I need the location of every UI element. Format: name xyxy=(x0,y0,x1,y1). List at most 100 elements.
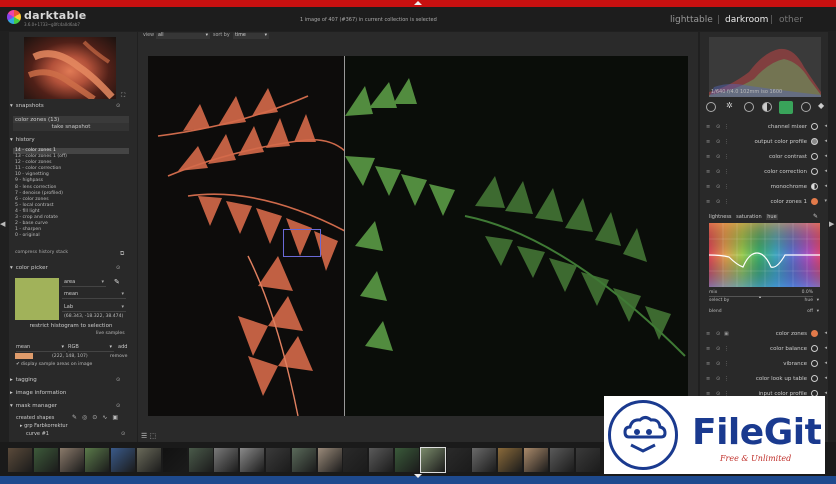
sort-by-dropdown[interactable]: time ▾ xyxy=(233,33,269,39)
module-monochrome[interactable]: ≡ ⊙ ⋮ monochrome ◂ xyxy=(702,180,828,194)
reset-icon[interactable]: ⊙ xyxy=(716,154,720,160)
compress-history-button[interactable]: compress history stack xyxy=(15,250,68,255)
collapse-right-icon[interactable]: ▶ xyxy=(829,220,834,228)
select-by-dropdown[interactable]: select by hue ▾ xyxy=(709,298,821,303)
expand-icon[interactable]: ◂ xyxy=(824,330,827,336)
multi-instance-icon[interactable]: ≡ xyxy=(706,346,710,352)
collapse-icon[interactable]: ▾ xyxy=(824,198,827,204)
module-color-look-up-table[interactable]: ≡ ⊙ ⋮ color look up table ◂ xyxy=(702,372,828,386)
filmstrip-thumbnail[interactable] xyxy=(85,448,110,472)
reset-icon[interactable]: ⊙ xyxy=(716,199,720,205)
collapse-left-icon[interactable]: ◀ xyxy=(0,220,5,228)
section-snapshots[interactable]: ▾ snapshots xyxy=(10,103,44,109)
power-icon[interactable] xyxy=(811,330,818,337)
multi-instance-icon[interactable]: ≡ xyxy=(706,376,710,382)
base-group-icon[interactable] xyxy=(744,102,754,112)
effect-group-icon[interactable]: ◆ xyxy=(818,101,824,110)
filmstrip-thumbnail[interactable] xyxy=(524,448,548,472)
sample-space-dropdown[interactable]: RGB ▾ xyxy=(68,344,114,352)
presets-icon[interactable]: ⋮ xyxy=(724,184,729,190)
filmstrip-thumbnail[interactable] xyxy=(472,448,497,472)
reset-icon[interactable]: ⊙ xyxy=(716,184,720,190)
mask-options-icon[interactable]: ⊙ xyxy=(121,431,125,437)
module-color-contrast[interactable]: ≡ ⊙ ⋮ color contrast ◂ xyxy=(702,150,828,164)
section-tagging[interactable]: ▸ tagging xyxy=(10,377,37,383)
expand-icon[interactable]: ◂ xyxy=(824,138,827,144)
reset-icon[interactable]: ⊙ xyxy=(716,139,720,145)
presets-icon[interactable]: ⋮ xyxy=(724,361,729,367)
module-color-zones[interactable]: ≡ ⊙ ▣ color zones ◂ xyxy=(702,327,828,341)
filmstrip-thumbnail[interactable] xyxy=(549,448,574,472)
collapse-bottom-icon[interactable] xyxy=(414,474,422,478)
tone-group-icon[interactable] xyxy=(762,102,772,112)
favorites-group-icon[interactable]: ✲ xyxy=(726,101,733,110)
power-icon[interactable] xyxy=(811,123,818,130)
power-icon[interactable] xyxy=(811,198,818,205)
mask-group-item[interactable]: ▸ grp Farbkorrektur xyxy=(20,423,68,429)
power-icon[interactable] xyxy=(811,183,818,190)
power-icon[interactable] xyxy=(811,153,818,160)
histogram[interactable] xyxy=(709,37,821,97)
filmstrip-thumbnail[interactable] xyxy=(214,448,239,472)
filmstrip-thumbnail[interactable] xyxy=(395,448,419,472)
restrict-histogram-button[interactable]: restrict histogram to selection xyxy=(13,322,129,330)
expand-icon[interactable]: ◂ xyxy=(824,123,827,129)
filmstrip-thumbnail[interactable] xyxy=(188,448,213,472)
bottom-toolbar-icons[interactable]: ☰ ⬚ xyxy=(141,432,156,440)
main-photo[interactable] xyxy=(148,56,688,416)
module-reset-icon[interactable]: ⊙ xyxy=(116,265,120,271)
view-tab-lighttable[interactable]: lighttable xyxy=(670,15,713,25)
module-reset-icon[interactable]: ⊙ xyxy=(116,377,120,383)
expand-icon[interactable]: ◂ xyxy=(824,375,827,381)
picker-icon[interactable]: ✎ xyxy=(813,213,818,220)
filmstrip-thumbnail[interactable] xyxy=(343,448,368,472)
mix-slider[interactable]: mix 0.0% ▴ xyxy=(709,290,821,299)
filmstrip-thumbnail[interactable] xyxy=(369,448,394,472)
zoom-fit-icon[interactable]: ⛶ xyxy=(121,92,125,100)
presets-icon[interactable]: ⋮ xyxy=(724,376,729,382)
filmstrip-thumbnail[interactable] xyxy=(498,448,523,472)
filmstrip-thumbnail[interactable] xyxy=(575,448,600,472)
expand-icon[interactable]: ◂ xyxy=(824,360,827,366)
power-group-icon[interactable] xyxy=(706,102,716,112)
multi-instance-icon[interactable]: ≡ xyxy=(706,199,710,205)
module-color-correction[interactable]: ≡ ⊙ ⋮ color correction ◂ xyxy=(702,165,828,179)
remove-sample-button[interactable]: remove xyxy=(110,354,127,359)
color-group-icon[interactable] xyxy=(779,101,793,114)
module-color-zones-1[interactable]: ≡ ⊙ ⋮ color zones 1 ▾ xyxy=(702,195,828,209)
filmstrip-thumbnail[interactable] xyxy=(59,448,84,472)
presets-icon[interactable]: ▣ xyxy=(724,331,729,337)
picker-space-dropdown[interactable]: Lab ▾ xyxy=(62,303,126,312)
shape-tools-icons[interactable]: ✎◎⊙∿▣ xyxy=(72,414,123,421)
filmstrip-thumbnail[interactable] xyxy=(240,448,265,472)
module-reset-icon[interactable]: ⊙ xyxy=(116,403,120,409)
section-image-information[interactable]: ▸ image information xyxy=(10,390,66,396)
collapse-top-icon[interactable] xyxy=(414,1,422,5)
reset-icon[interactable]: ⊙ xyxy=(716,346,720,352)
filmstrip-thumbnail[interactable] xyxy=(162,448,187,472)
module-vibrance[interactable]: ≡ ⊙ ⋮ vibrance ◂ xyxy=(702,357,828,371)
filmstrip-thumbnail[interactable] xyxy=(419,447,446,473)
presets-icon[interactable]: ⋮ xyxy=(724,124,729,130)
history-item[interactable]: 0 - original xyxy=(13,233,129,239)
display-sample-checkbox[interactable]: ✔display sample areas on image xyxy=(16,362,92,367)
module-output-color-profile[interactable]: ≡ ⊙ ⋮ output color profile ◂ xyxy=(702,135,828,149)
reset-icon[interactable]: ⊙ xyxy=(716,169,720,175)
module-reset-icon[interactable]: ⊙ xyxy=(116,103,120,109)
presets-icon[interactable]: ⋮ xyxy=(724,139,729,145)
expand-icon[interactable]: ◂ xyxy=(824,345,827,351)
before-after-divider[interactable] xyxy=(344,56,345,416)
filmstrip-thumbnail[interactable] xyxy=(111,448,136,472)
filmstrip-thumbnail[interactable] xyxy=(137,448,161,472)
filmstrip-thumbnail[interactable] xyxy=(291,448,316,472)
tab-saturation[interactable]: saturation xyxy=(736,214,762,220)
reset-icon[interactable]: ⊙ xyxy=(716,376,720,382)
presets-icon[interactable]: ⋮ xyxy=(724,154,729,160)
picker-mode-dropdown[interactable]: area ▾ xyxy=(62,278,106,287)
section-mask-manager[interactable]: ▾ mask manager xyxy=(10,403,57,409)
expand-icon[interactable]: ◂ xyxy=(824,168,827,174)
tab-hue[interactable]: hue xyxy=(766,214,778,220)
multi-instance-icon[interactable]: ≡ xyxy=(706,154,710,160)
section-color-picker[interactable]: ▾ color picker xyxy=(10,265,48,271)
color-picker-icon[interactable]: ✎ xyxy=(114,278,120,286)
